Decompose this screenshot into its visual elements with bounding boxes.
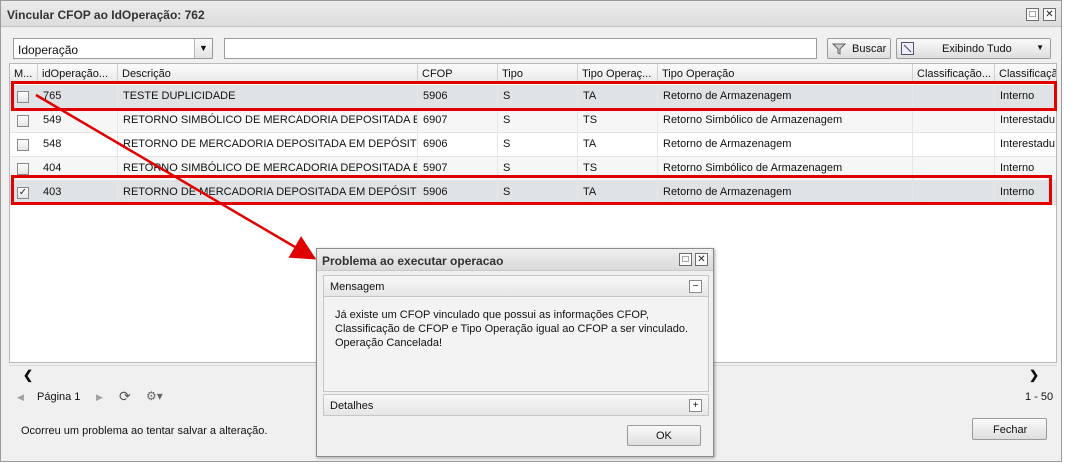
message-line: Já existe um CFOP vinculado que possui a…	[335, 309, 649, 321]
dropdown-arrow-icon: ▼	[1036, 43, 1044, 52]
range-label: 1 - 50	[1025, 391, 1054, 403]
dialog-close-icon[interactable]: ✕	[695, 253, 708, 266]
settings-icon[interactable]: ⚙▾	[146, 389, 163, 403]
message-panel-header[interactable]: Mensagem −	[323, 275, 709, 297]
cell-tipo-operacao: Retorno Simbólico de Armazenagem	[658, 109, 913, 133]
scroll-right-icon[interactable]: ❯	[1029, 368, 1039, 382]
search-button-label: Buscar	[852, 43, 887, 55]
chevron-down-icon[interactable]: ▼	[194, 39, 212, 58]
row-checkbox[interactable]	[17, 139, 29, 151]
restore-icon[interactable]: □	[1026, 8, 1039, 21]
row-checkbox[interactable]	[17, 163, 29, 175]
prev-page-icon[interactable]: ◀	[17, 392, 24, 403]
filter-icon	[832, 43, 846, 55]
field-select[interactable]: Idoperação ▼	[13, 38, 213, 59]
cell-cfop: 6907	[418, 109, 498, 133]
table-row[interactable]: 548 RETORNO DE MERCADORIA DEPOSITADA EM …	[10, 133, 1056, 157]
row-checkbox[interactable]	[17, 115, 29, 127]
dialog-restore-icon[interactable]: □	[679, 253, 692, 266]
filter-dropdown-label: Exibindo Tudo	[942, 43, 1012, 55]
next-page-icon[interactable]: ▶	[96, 392, 103, 403]
page-indicator: Página 1	[37, 391, 81, 403]
close-icon[interactable]: ✕	[1043, 8, 1056, 21]
error-dialog: Problema ao executar operacao □ ✕ Mensag…	[316, 248, 714, 457]
details-panel-header[interactable]: Detalhes +	[323, 394, 709, 416]
table-row[interactable]: 549 RETORNO SIMBÓLICO DE MERCADORIA DEPO…	[10, 109, 1056, 133]
close-button-label: Fechar	[993, 424, 1028, 436]
cell-id: 548	[38, 133, 118, 157]
details-panel-title: Detalhes	[330, 400, 374, 412]
cell-tipo: S	[498, 109, 578, 133]
message-panel-title: Mensagem	[330, 281, 385, 293]
grid-filter-icon	[901, 42, 914, 55]
window-titlebar: Vincular CFOP ao IdOperação: 762 □ ✕	[1, 1, 1061, 27]
cell-classificacao2: Interestadu	[1000, 114, 1056, 126]
field-select-value: Idoperação	[18, 43, 79, 57]
dialog-titlebar: Problema ao executar operacao □ ✕	[317, 249, 713, 271]
message-line: Operação Cancelada!	[335, 337, 443, 349]
annotation-box-duplicate	[11, 81, 1057, 111]
cell-tipo-operacao: Retorno de Armazenagem	[658, 133, 913, 157]
cell-classificacao	[913, 133, 995, 157]
cell-tipo-op-code: TA	[578, 133, 658, 157]
cell-classificacao	[913, 109, 995, 133]
cell-tipo-op-code: TS	[578, 109, 658, 133]
toolbar: Idoperação ▼ Buscar Exibindo Tudo ▼	[9, 35, 1053, 61]
cell-cfop: 6906	[418, 133, 498, 157]
annotation-box-selected	[11, 175, 1052, 205]
dialog-title: Problema ao executar operacao	[322, 254, 504, 268]
message-body: Já existe um CFOP vinculado que possui a…	[323, 297, 709, 392]
expand-icon[interactable]: +	[689, 399, 702, 412]
refresh-icon[interactable]: ⟳	[119, 388, 131, 405]
close-button[interactable]: Fechar	[972, 418, 1047, 440]
ok-button-label: OK	[656, 430, 672, 442]
cell-descricao: RETORNO DE MERCADORIA DEPOSITADA EM DEPÓ…	[118, 133, 418, 157]
scroll-left-icon[interactable]: ❮	[23, 368, 33, 382]
cell-tipo: S	[498, 133, 578, 157]
search-input[interactable]	[224, 38, 817, 59]
cell-descricao: RETORNO SIMBÓLICO DE MERCADORIA DEPOSITA…	[118, 109, 418, 133]
message-line: Classificação de CFOP e Tipo Operação ig…	[335, 323, 688, 335]
cell-id: 549	[38, 109, 118, 133]
collapse-icon[interactable]: −	[689, 280, 702, 293]
search-button[interactable]: Buscar	[827, 38, 891, 59]
cell-classificacao2: Interestadu	[1000, 138, 1056, 150]
filter-dropdown-button[interactable]: Exibindo Tudo ▼	[896, 38, 1051, 59]
window-title: Vincular CFOP ao IdOperação: 762	[7, 8, 205, 22]
status-message: Ocorreu um problema ao tentar salvar a a…	[21, 425, 268, 437]
ok-button[interactable]: OK	[627, 425, 701, 446]
